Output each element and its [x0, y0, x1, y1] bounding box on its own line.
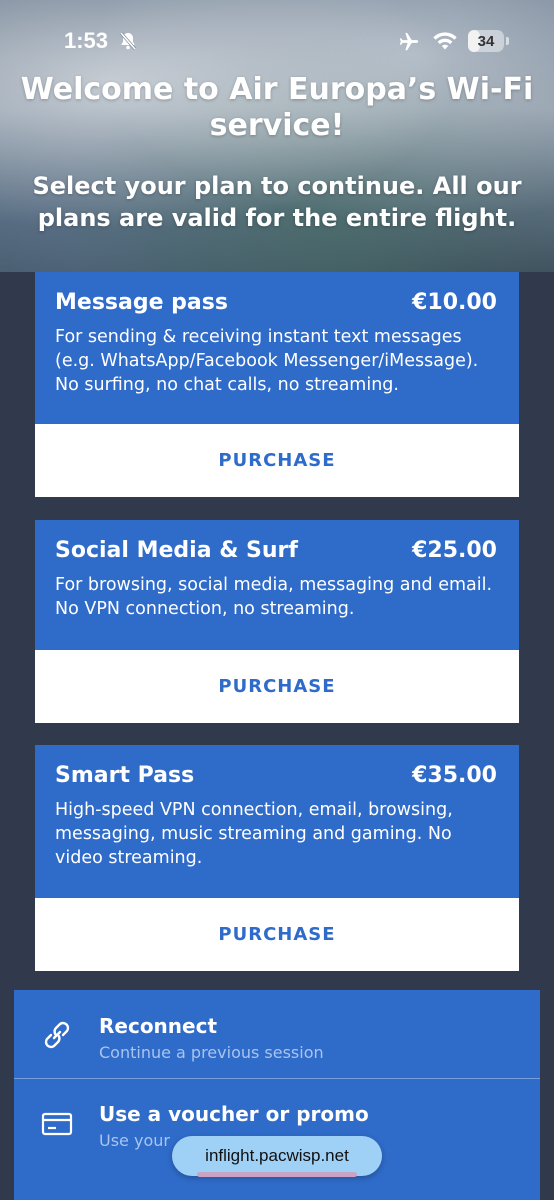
plan-card-social-media-surf: Social Media & Surf €25.00 For browsing,… — [35, 520, 519, 723]
battery-tip — [506, 37, 509, 45]
plan-header: Message pass €10.00 For sending & receiv… — [35, 272, 519, 424]
plan-card-smart-pass: Smart Pass €35.00 High-speed VPN connect… — [35, 745, 519, 971]
purchase-button[interactable]: PURCHASE — [35, 424, 519, 497]
voucher-title: Use a voucher or promo — [99, 1102, 369, 1126]
airplane-icon — [399, 32, 419, 51]
link-icon — [44, 1021, 70, 1049]
plan-description: For browsing, social media, messaging an… — [55, 575, 493, 619]
plan-header: Smart Pass €35.00 High-speed VPN connect… — [35, 745, 519, 898]
welcome-title: Welcome to Air Europa’s Wi-Fi service! — [20, 72, 534, 143]
card-icon — [41, 1112, 73, 1136]
plan-price: €25.00 — [412, 538, 497, 563]
plan-price: €10.00 — [412, 290, 497, 315]
purchase-button[interactable]: PURCHASE — [35, 898, 519, 971]
bell-slash-icon — [119, 32, 137, 50]
battery-indicator: 34 — [468, 30, 504, 52]
plan-description: For sending & receiving instant text mes… — [55, 327, 479, 395]
wifi-icon — [433, 32, 457, 50]
plan-card-message-pass: Message pass €10.00 For sending & receiv… — [35, 272, 519, 497]
reconnect-subtitle: Continue a previous session — [99, 1043, 324, 1062]
battery-percent: 34 — [477, 32, 495, 50]
home-indicator[interactable] — [197, 1172, 357, 1177]
plan-instructions: Select your plan to continue. All our pl… — [32, 172, 522, 232]
hero-banner: 1:53 34 Welcome to Air Europa’s Wi-Fi se… — [0, 0, 554, 272]
plan-header: Social Media & Surf €25.00 For browsing,… — [35, 520, 519, 650]
purchase-button[interactable]: PURCHASE — [35, 650, 519, 723]
plan-description: High-speed VPN connection, email, browsi… — [55, 800, 453, 868]
reconnect-title: Reconnect — [99, 1014, 218, 1038]
reconnect-option[interactable]: Reconnect Continue a previous session — [14, 990, 540, 1078]
voucher-subtitle: Use your — [99, 1131, 170, 1150]
status-time: 1:53 — [64, 28, 109, 53]
browser-url-bar[interactable]: inflight.pacwisp.net — [172, 1136, 382, 1176]
plan-price: €35.00 — [412, 763, 497, 788]
